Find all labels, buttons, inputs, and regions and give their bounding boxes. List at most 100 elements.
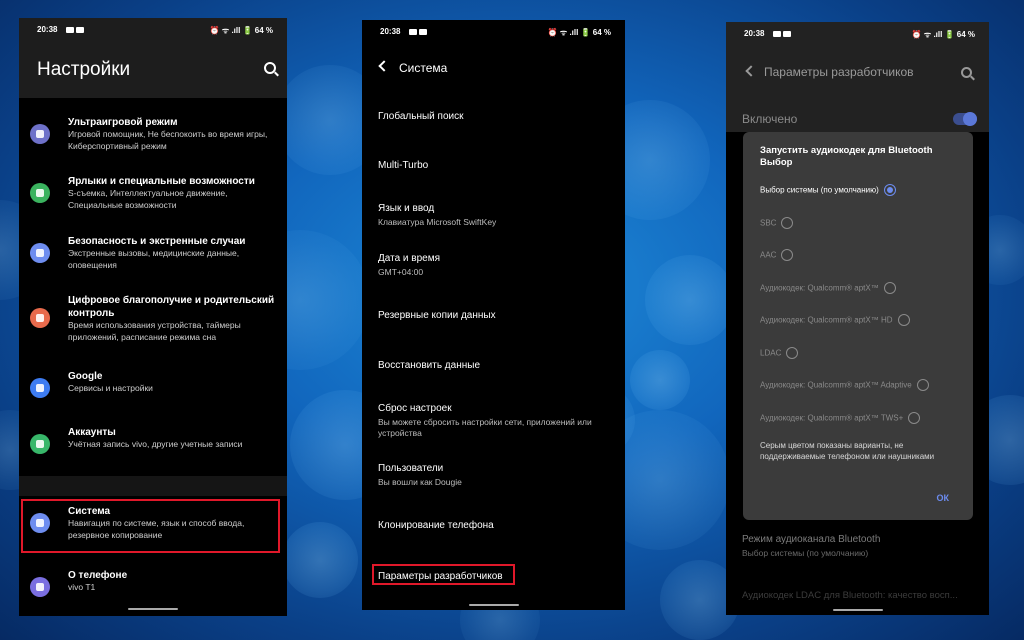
bokeh-bubble [282,522,358,598]
status-bar: 20:38 ⏰ ᯤ .ıll 🔋 64 % [362,20,625,42]
settings-item-title: Безопасность и экстренные случаи [68,236,246,247]
bokeh-bubble [645,255,735,345]
system-menu-item[interactable]: Глобальный поиск [378,110,615,123]
codec-option-label: LDAC [760,348,782,357]
codec-option[interactable]: SBC [760,216,794,229]
media-icons [409,27,429,36]
ok-button[interactable]: ОК [937,493,950,503]
ldac-quality-title[interactable]: Аудиокодек LDAC для Bluetooth: качество … [742,590,958,601]
phone-info-icon [30,577,50,597]
codec-option-label: Аудиокодек: Qualcomm® aptX™ [760,283,879,292]
codec-option[interactable]: Выбор системы (по умолчанию) [760,184,896,196]
dialog-title: Запустить аудиокодек для Bluetooth Выбор [760,145,933,168]
system-menu-item[interactable]: Резервные копии данных [378,309,615,322]
settings-item-title: Google [68,371,103,382]
youtube-icon [773,30,781,37]
codec-option[interactable]: Аудиокодек: Qualcomm® aptX™ HD [760,314,910,326]
system-menu-item[interactable]: Multi-Turbo [378,159,615,172]
system-menu-item[interactable]: Восстановить данные [378,359,615,372]
youtube-icon [783,30,791,37]
page-title: Система [399,61,448,75]
codec-option-label: AAC [760,250,777,260]
status-time: 20:38 [380,27,401,36]
settings-item-title: Цифровое благополучие и родительский кон… [68,295,275,319]
system-menu-item[interactable]: Язык и ввод [378,202,615,215]
system-menu-item[interactable]: Клонирование телефона [378,519,615,532]
codec-option[interactable]: Аудиокодек: Qualcomm® aptX™ [760,281,896,294]
phone-system: 20:38 ⏰ ᯤ .ıll 🔋 64 % Система Глобальный… [362,20,625,610]
google-icon [30,378,50,398]
media-icons [773,29,793,38]
settings-item[interactable]: Ярлыки и специальные возможности S-съемка… [19,175,287,225]
status-bar: 20:38 ⏰ ᯤ .ıll 🔋 64 % [726,22,989,44]
settings-item-subtitle: Экстренные вызовы, медицинские данные, о… [68,248,240,270]
system-menu-item-subtitle: Вы вошли как Dougie [378,477,462,487]
radio-button[interactable] [883,184,896,196]
gamepad-icon [30,124,50,144]
settings-item-title: О телефоне [68,570,128,581]
radio-button[interactable] [781,216,794,229]
developer-toggle[interactable] [953,112,977,126]
account-key-icon [30,434,50,454]
page-title: Параметры разработчиков [764,65,914,79]
radio-button[interactable] [897,314,910,326]
settings-item[interactable]: Ультраигровой режим Игровой помощник, Не … [19,116,287,166]
search-icon[interactable] [264,62,276,74]
search-icon[interactable] [961,67,972,78]
radio-button[interactable] [781,249,794,261]
settings-item-subtitle: Учётная запись vivo, другие учетные запи… [68,439,243,449]
radio-button[interactable] [916,379,929,391]
status-indicators: ⏰ ᯤ .ıll 🔋 64 % [547,28,611,37]
settings-item[interactable]: Цифровое благополучие и родительский кон… [19,294,287,344]
codec-option-label: Аудиокодек: Qualcomm® aptX™ HD [760,315,893,325]
settings-item[interactable]: Google Сервисы и настройки [19,370,287,420]
status-indicators: ⏰ ᯤ .ıll 🔋 64 % [911,30,975,39]
system-menu-item[interactable]: Пользователи [378,462,615,475]
bt-channel-mode-title[interactable]: Режим аудиоканала Bluetooth [742,534,880,545]
status-bar: 20:38 ⏰ ᯤ .ıll 🔋 64 % [19,18,287,40]
radio-button[interactable] [786,346,799,359]
system-menu-item-subtitle: Клавиатура Microsoft SwiftKey [378,217,497,227]
system-menu-item-subtitle: GMT+04:00 [378,267,424,277]
codec-option[interactable]: LDAC [760,346,799,359]
enabled-label: Включено [742,112,798,126]
section-separator [19,476,287,496]
codec-dialog: Запустить аудиокодек для Bluetooth Выбор… [743,132,973,520]
radio-button[interactable] [883,281,896,294]
youtube-icon [409,28,417,35]
home-indicator[interactable] [128,608,178,610]
emergency-icon [30,243,50,263]
codec-option-label: Выбор системы (по умолчанию) [760,185,879,195]
phone-settings: 20:38 ⏰ ᯤ .ıll 🔋 64 % Настройки Ультраиг… [19,18,287,616]
highlight-frame [372,564,515,585]
settings-item-title: Ультраигровой режим [68,117,178,128]
system-menu-item[interactable]: Дата и время [378,252,615,265]
settings-item[interactable]: Аккаунты Учётная запись vivo, другие учет… [19,426,287,476]
wellbeing-icon [30,308,50,328]
radio-button[interactable] [908,411,921,424]
home-indicator[interactable] [832,609,883,611]
settings-item-subtitle: S-съемка, Интеллектуальное движение, Спе… [68,188,228,210]
status-time: 20:38 [744,29,765,38]
bokeh-bubble [630,350,690,410]
codec-option[interactable]: Аудиокодек: Qualcomm® aptX™ Adaptive [760,379,929,391]
home-indicator[interactable] [468,604,519,606]
media-icons [66,25,86,34]
codec-option[interactable]: AAC [760,249,794,261]
codec-option-label: SBC [760,218,777,227]
dialog-note: Серым цветом показаны варианты, не подде… [760,441,935,461]
bt-channel-mode-subtitle: Выбор системы (по умолчанию) [742,548,869,558]
settings-item-title: Аккаунты [68,427,116,438]
youtube-icon [76,26,84,33]
page-title: Настройки [37,59,131,80]
settings-item-subtitle: Сервисы и настройки [68,383,153,393]
system-menu-item[interactable]: Сброс настроек [378,402,615,415]
status-time: 20:38 [37,25,58,34]
codec-option[interactable]: Аудиокодек: Qualcomm® aptX™ TWS+ [760,411,921,424]
status-indicators: ⏰ ᯤ .ıll 🔋 64 % [209,26,273,35]
codec-option-label: Аудиокодек: Qualcomm® aptX™ TWS+ [760,413,904,422]
highlight-frame [21,499,280,553]
back-arrow-icon[interactable] [378,60,390,72]
accessibility-icon [30,183,50,203]
settings-item[interactable]: Безопасность и экстренные случаи Экстренн… [19,235,287,285]
